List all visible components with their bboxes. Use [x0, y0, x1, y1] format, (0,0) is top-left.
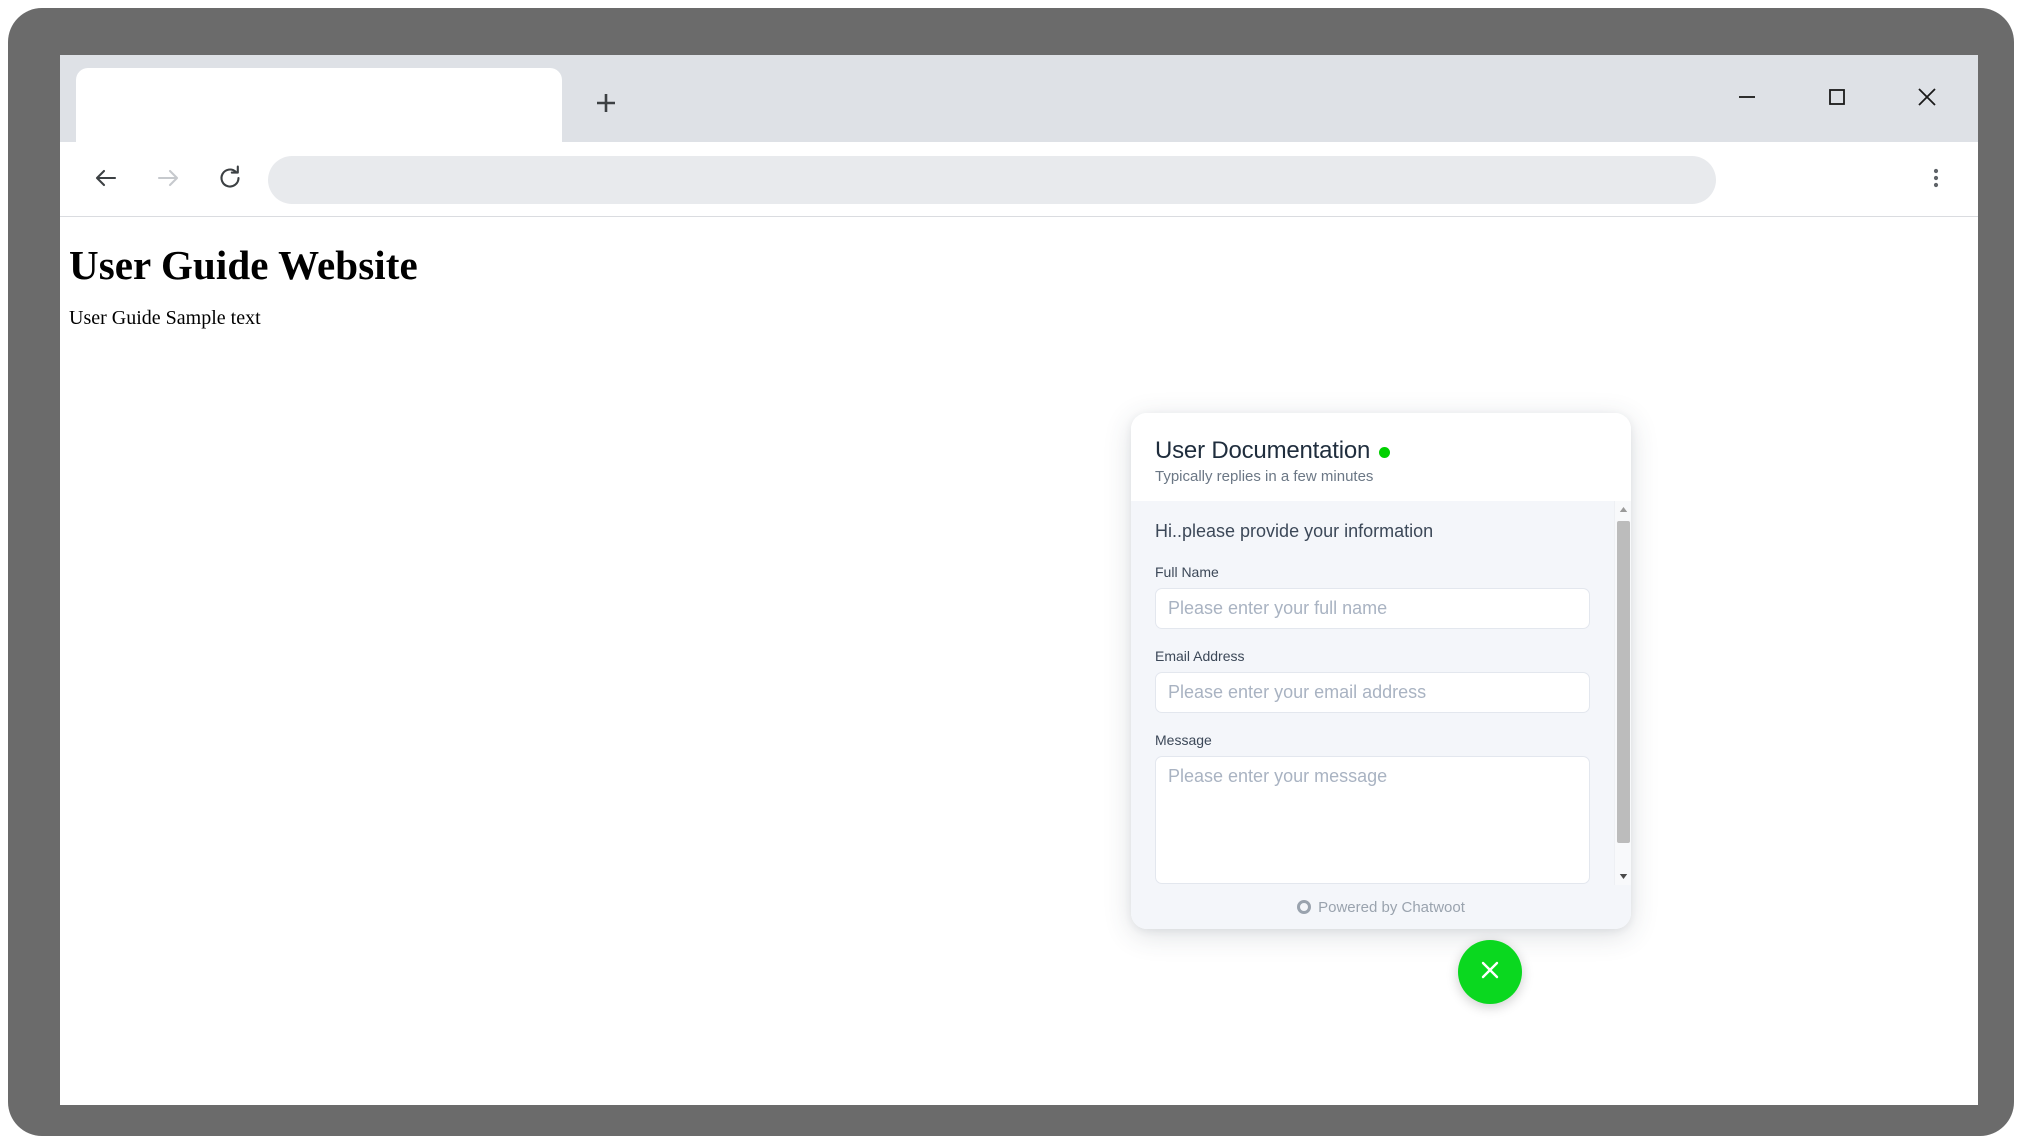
powered-by-text: Powered by Chatwoot — [1318, 898, 1465, 916]
page-viewport: User Guide Website User Guide Sample tex… — [60, 217, 1978, 1105]
chat-widget-subtitle: Typically replies in a few minutes — [1155, 468, 1374, 485]
minimize-icon — [1734, 84, 1760, 115]
email-address-label: Email Address — [1155, 648, 1245, 664]
arrow-left-icon — [91, 163, 121, 198]
online-status-dot — [1379, 447, 1391, 458]
browser-toolbar — [60, 142, 1978, 217]
arrow-right-icon — [153, 163, 183, 198]
chat-greeting-text: Hi..please provide your information — [1155, 521, 1434, 541]
reload-icon — [215, 163, 245, 198]
close-icon — [1475, 955, 1505, 990]
full-name-input[interactable] — [1155, 588, 1590, 629]
window-minimize-button[interactable] — [1716, 71, 1778, 127]
scroll-down-arrow-icon[interactable] — [1615, 868, 1631, 885]
message-textarea[interactable] — [1155, 756, 1590, 884]
kebab-menu-icon — [1923, 165, 1949, 196]
reload-button[interactable] — [206, 156, 254, 204]
email-address-input[interactable] — [1155, 672, 1590, 713]
page-title: User Guide Website — [69, 242, 418, 288]
message-label: Message — [1155, 732, 1212, 748]
device-frame: User Guide Website User Guide Sample tex… — [8, 8, 2014, 1136]
scroll-up-arrow-icon[interactable] — [1615, 501, 1631, 518]
full-name-label: Full Name — [1155, 564, 1219, 580]
browser-window: User Guide Website User Guide Sample tex… — [60, 55, 1978, 1105]
close-icon — [1913, 83, 1941, 116]
url-input[interactable] — [268, 156, 1716, 204]
chat-widget-body: Hi..please provide your information Full… — [1131, 501, 1631, 885]
chat-title-row: User Documentation — [1155, 437, 1607, 465]
maximize-icon — [1824, 84, 1850, 115]
chat-toggle-button[interactable] — [1458, 940, 1522, 1004]
chat-widget: User Documentation Typically replies in … — [1131, 413, 1631, 929]
back-button[interactable] — [82, 156, 130, 204]
browser-menu-button[interactable] — [1912, 156, 1960, 204]
window-maximize-button[interactable] — [1806, 71, 1868, 127]
field-group-email: Email Address — [1155, 648, 1590, 713]
new-tab-button[interactable] — [580, 77, 632, 129]
field-group-full-name: Full Name — [1155, 564, 1590, 629]
field-group-message: Message — [1155, 732, 1590, 885]
chat-widget-header: User Documentation Typically replies in … — [1131, 413, 1631, 501]
forward-button[interactable] — [144, 156, 192, 204]
widget-scrollbar[interactable] — [1614, 501, 1631, 885]
page-paragraph: User Guide Sample text — [69, 307, 261, 329]
widget-scroll-thumb[interactable] — [1617, 521, 1630, 843]
browser-tab[interactable] — [76, 68, 562, 142]
plus-icon — [593, 90, 619, 116]
chat-widget-footer: Powered by Chatwoot — [1131, 885, 1631, 929]
window-close-button[interactable] — [1896, 71, 1958, 127]
chat-widget-title: User Documentation — [1155, 437, 1371, 464]
chatwoot-logo-icon — [1297, 900, 1312, 914]
browser-tab-strip — [60, 55, 1978, 142]
pre-chat-form: Hi..please provide your information Full… — [1131, 501, 1614, 885]
